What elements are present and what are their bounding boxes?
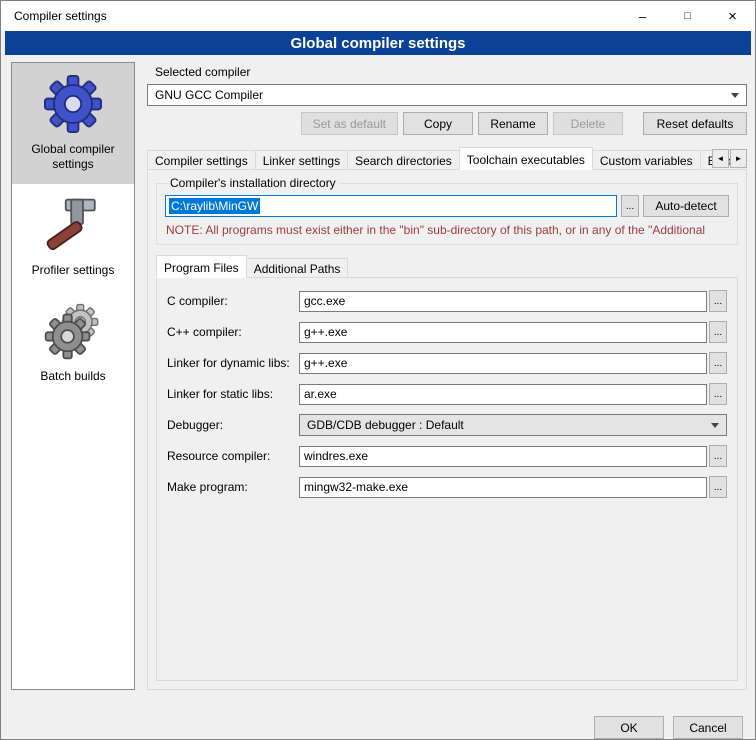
installation-directory-input[interactable]: C:\raylib\MinGW <box>165 195 617 217</box>
field-row: Linker for static libs: ... <box>167 383 727 405</box>
installation-directory-group: Compiler's installation directory C:\ray… <box>156 176 738 245</box>
copy-button[interactable]: Copy <box>403 112 473 135</box>
selected-text: C:\raylib\MinGW <box>169 198 260 214</box>
main-panel: Selected compiler GNU GCC Compiler Set a… <box>147 62 747 690</box>
field-row: Debugger: GDB/CDB debugger : Default <box>167 414 727 436</box>
maximize-button[interactable]: □ <box>665 1 710 31</box>
profiler-tool-icon <box>44 196 102 254</box>
group-title: Compiler's installation directory <box>167 176 339 190</box>
browse-button[interactable]: ... <box>709 476 727 498</box>
field-label: Linker for dynamic libs: <box>167 356 299 370</box>
window-title: Compiler settings <box>1 9 107 23</box>
field-label: C compiler: <box>167 294 299 308</box>
compiler-buttons-row: Set as default Copy Rename Delete Reset … <box>147 112 747 135</box>
tab-program-files[interactable]: Program Files <box>156 255 247 278</box>
field-label: Make program: <box>167 480 299 494</box>
tab-search-directories[interactable]: Search directories <box>347 150 460 170</box>
field-label: C++ compiler: <box>167 325 299 339</box>
dialog-body: Global compiler settings Profiler settin… <box>1 55 755 702</box>
cpp-compiler-input[interactable] <box>299 322 707 343</box>
window-controls: – □ × <box>620 1 755 31</box>
browse-button[interactable]: ... <box>621 195 639 217</box>
debugger-dropdown[interactable]: GDB/CDB debugger : Default <box>299 414 727 436</box>
program-files-page: C compiler: ... C++ compiler: ... Linker… <box>156 277 738 681</box>
tab-custom-variables[interactable]: Custom variables <box>592 150 701 170</box>
selected-compiler-label: Selected compiler <box>155 65 747 79</box>
settings-tabstrip: Compiler settings Linker settings Search… <box>147 147 747 170</box>
dynamic-linker-input[interactable] <box>299 353 707 374</box>
tab-scroll-buttons: ◄ ► <box>711 149 747 168</box>
blue-gear-icon <box>44 75 102 133</box>
browse-button[interactable]: ... <box>709 445 727 467</box>
ok-button[interactable]: OK <box>594 716 664 739</box>
settings-sidebar: Global compiler settings Profiler settin… <box>11 62 135 690</box>
browse-button[interactable]: ... <box>709 290 727 312</box>
delete-button[interactable]: Delete <box>553 112 623 135</box>
tab-compiler-settings[interactable]: Compiler settings <box>147 150 256 170</box>
make-program-input[interactable] <box>299 477 707 498</box>
field-row: Linker for dynamic libs: ... <box>167 352 727 374</box>
browse-button[interactable]: ... <box>709 321 727 343</box>
tab-scroll-left-button[interactable]: ◄ <box>712 149 729 168</box>
titlebar: Compiler settings – □ × <box>1 1 755 31</box>
sidebar-item-profiler-settings[interactable]: Profiler settings <box>12 184 134 290</box>
sidebar-item-label: Batch builds <box>40 369 105 384</box>
sidebar-item-label: Global compiler settings <box>16 142 130 172</box>
c-compiler-input[interactable] <box>299 291 707 312</box>
browse-button[interactable]: ... <box>709 352 727 374</box>
compiler-settings-window: Compiler settings – □ × Global compiler … <box>0 0 756 740</box>
static-linker-input[interactable] <box>299 384 707 405</box>
browse-button[interactable]: ... <box>709 383 727 405</box>
sidebar-item-label: Profiler settings <box>32 263 115 278</box>
auto-detect-button[interactable]: Auto-detect <box>643 195 729 217</box>
sidebar-item-batch-builds[interactable]: Batch builds <box>12 290 134 396</box>
chevron-down-icon <box>711 423 719 428</box>
selected-compiler-value: GNU GCC Compiler <box>155 88 263 102</box>
set-as-default-button[interactable]: Set as default <box>301 112 398 135</box>
debugger-value: GDB/CDB debugger : Default <box>307 418 464 432</box>
program-files-tabstrip: Program Files Additional Paths <box>156 255 746 278</box>
sidebar-item-global-compiler-settings[interactable]: Global compiler settings <box>12 63 134 184</box>
close-button[interactable]: × <box>710 1 755 31</box>
minimize-button[interactable]: – <box>620 1 665 31</box>
dialog-footer: OK Cancel <box>1 702 755 739</box>
tab-additional-paths[interactable]: Additional Paths <box>246 258 349 278</box>
tab-toolchain-executables[interactable]: Toolchain executables <box>459 147 593 170</box>
field-label: Linker for static libs: <box>167 387 299 401</box>
resource-compiler-input[interactable] <box>299 446 707 467</box>
tab-scroll-right-button[interactable]: ► <box>730 149 747 168</box>
rename-button[interactable]: Rename <box>478 112 548 135</box>
selected-compiler-dropdown[interactable]: GNU GCC Compiler <box>147 84 747 106</box>
cancel-button[interactable]: Cancel <box>673 716 743 739</box>
reset-defaults-button[interactable]: Reset defaults <box>643 112 747 135</box>
field-label: Resource compiler: <box>167 449 299 463</box>
field-row: C compiler: ... <box>167 290 727 312</box>
field-row: C++ compiler: ... <box>167 321 727 343</box>
installation-directory-row: C:\raylib\MinGW ... Auto-detect <box>165 195 729 217</box>
tab-linker-settings[interactable]: Linker settings <box>255 150 348 170</box>
gray-gears-icon <box>44 302 102 360</box>
field-row: Make program: ... <box>167 476 727 498</box>
note-text: NOTE: All programs must exist either in … <box>166 223 728 237</box>
field-label: Debugger: <box>167 418 299 432</box>
dialog-header: Global compiler settings <box>5 31 751 55</box>
field-row: Resource compiler: ... <box>167 445 727 467</box>
chevron-down-icon <box>731 93 739 98</box>
toolchain-executables-page: Compiler's installation directory C:\ray… <box>147 169 747 690</box>
